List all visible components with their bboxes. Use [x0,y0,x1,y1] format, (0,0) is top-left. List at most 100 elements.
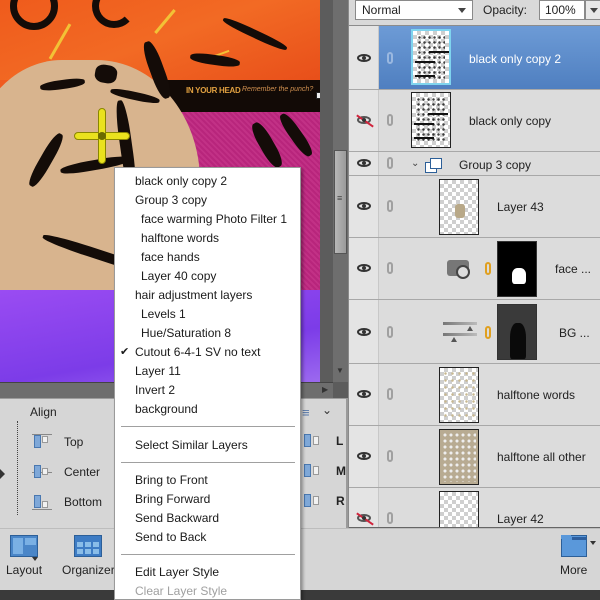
menu-item-layer[interactable]: face warming Photo Filter 1 [115,210,300,229]
menu-item-layer[interactable]: Layer 11 [115,362,300,381]
align-top-button[interactable]: Top [32,433,83,451]
opacity-label: Opacity: [483,3,528,17]
layout-icon [10,535,39,557]
link-icon[interactable] [387,114,393,126]
menu-item-layer[interactable]: ✔ Cutout 6-4-1 SV no text [115,343,300,362]
menu-item-select-similar-layers[interactable]: Select Similar Layers [115,436,300,455]
chevron-down-icon[interactable]: ⌄ [411,158,419,169]
chevron-down-icon[interactable]: ⌄ [322,403,332,417]
link-icon[interactable] [387,262,393,274]
align-middle-icon [302,463,324,479]
menu-item-layer[interactable]: face hands [115,248,300,267]
visibility-toggle[interactable] [349,176,379,237]
visibility-toggle[interactable] [349,90,379,151]
visibility-toggle[interactable] [349,300,379,363]
link-icon[interactable] [387,450,393,462]
menu-item-send-to-back[interactable]: Send to Back [115,528,300,547]
layer-row[interactable]: Layer 42 [349,488,600,528]
scroll-right-arrow-icon[interactable]: ▶ [322,385,328,394]
align-center-button[interactable]: Center [32,463,100,481]
move-crosshair-handle[interactable] [74,108,130,164]
adjustment-layer-row[interactable]: face ... [349,238,600,300]
link-icon[interactable] [387,157,393,169]
layer-row[interactable]: Layer 43 [349,176,600,238]
bounding-box-handle[interactable] [316,92,320,99]
layer-row[interactable]: halftone words [349,364,600,426]
link-icon[interactable] [387,326,393,338]
menu-item-layer[interactable]: Levels 1 [115,305,300,324]
visibility-toggle[interactable] [349,26,379,89]
organizer-button[interactable]: Organizer [62,535,115,577]
menu-item-layer[interactable]: Layer 40 copy [115,267,300,286]
layer-name: Group 3 copy [459,158,532,172]
vertical-scrollbar-thumb[interactable] [334,150,347,254]
menu-item-layer[interactable]: black only copy 2 [115,172,300,191]
menu-item-bring-to-front[interactable]: Bring to Front [115,471,300,490]
menu-item-layer[interactable]: Invert 2 [115,381,300,400]
eye-icon [357,452,371,460]
menu-separator [121,426,295,427]
align-section-label: Align [30,405,57,419]
layer-mask-thumbnail[interactable] [497,241,537,297]
mask-link-icon[interactable] [485,262,491,275]
layer-row[interactable]: black only copy 2 [349,26,600,90]
layout-label: Layout [6,563,43,577]
chevron-down-icon [458,8,466,13]
menu-item-label: face warming Photo Filter 1 [141,212,288,226]
link-icon[interactable] [387,512,393,524]
visibility-toggle[interactable] [349,364,379,425]
eye-hidden-icon [357,116,371,124]
align-bottom-icon [32,494,52,510]
mask-link-icon[interactable] [485,326,491,339]
layout-button[interactable]: Layout [6,535,42,577]
align-right-label: R [336,494,345,508]
eye-icon [357,202,371,210]
align-bottom-button[interactable]: Bottom [32,493,102,511]
menu-item-label: Group 3 copy [135,193,208,207]
layer-row[interactable]: halftone all other [349,426,600,488]
menu-item-layer[interactable]: Hue/Saturation 8 [115,324,300,343]
layer-mask-thumbnail[interactable] [497,304,537,360]
align-bottom-label: Bottom [64,495,103,509]
menu-item-bring-forward[interactable]: Bring Forward [115,490,300,509]
align-middle-label: M [336,464,346,478]
opacity-slider-toggle[interactable] [585,0,600,20]
blend-mode-dropdown[interactable]: Normal [355,0,473,20]
link-icon[interactable] [387,200,393,212]
link-icon[interactable] [387,388,393,400]
panel-menu-icon[interactable]: ≡ [302,405,310,420]
visibility-toggle[interactable] [349,488,379,527]
menu-item-layer[interactable]: halftone words [115,229,300,248]
layer-name: halftone words [497,388,576,402]
visibility-toggle[interactable] [349,152,379,175]
visibility-toggle[interactable] [349,426,379,487]
menu-item-layer[interactable]: Group 3 copy [115,191,300,210]
photoshop-elements-window: IN YOUR HEAD Remember the punch? ≡ ▼ ▶ A… [0,0,600,600]
menu-item-send-backward[interactable]: Send Backward [115,509,300,528]
align-right-button[interactable]: R [302,493,345,509]
layers-panel: Normal Opacity: 100% black only copy 2 b… [348,0,600,528]
menu-item-label: halftone words [141,231,220,245]
menu-item-edit-layer-style[interactable]: Edit Layer Style [115,563,300,582]
opacity-input[interactable]: 100% [539,0,585,20]
options-left-arrow-icon[interactable] [0,469,5,479]
layer-thumbnail [439,491,479,527]
layer-group-row[interactable]: ⌄ Group 3 copy [349,152,600,176]
link-icon[interactable] [387,52,393,64]
artwork-title-text: IN YOUR HEAD [186,86,241,95]
menu-item-clear-layer-style: Clear Layer Style [135,584,228,598]
visibility-toggle[interactable] [349,238,379,299]
canvas-vertical-scrollbar[interactable] [333,0,348,382]
adjustment-layer-row[interactable]: BG ... [349,300,600,364]
scroll-down-arrow-icon[interactable]: ▼ [336,366,344,375]
more-button[interactable]: More [560,535,596,577]
layer-row[interactable]: black only copy [349,90,600,152]
menu-item-label: background [135,402,198,416]
blend-mode-value: Normal [362,3,401,17]
align-middle-button[interactable]: M [302,463,346,479]
organizer-icon [74,535,103,557]
menu-item-layer[interactable]: background [115,400,300,419]
menu-item-layer[interactable]: hair adjustment layers [115,286,300,305]
align-right-icon [302,493,324,509]
align-left-button[interactable]: L [302,433,343,449]
